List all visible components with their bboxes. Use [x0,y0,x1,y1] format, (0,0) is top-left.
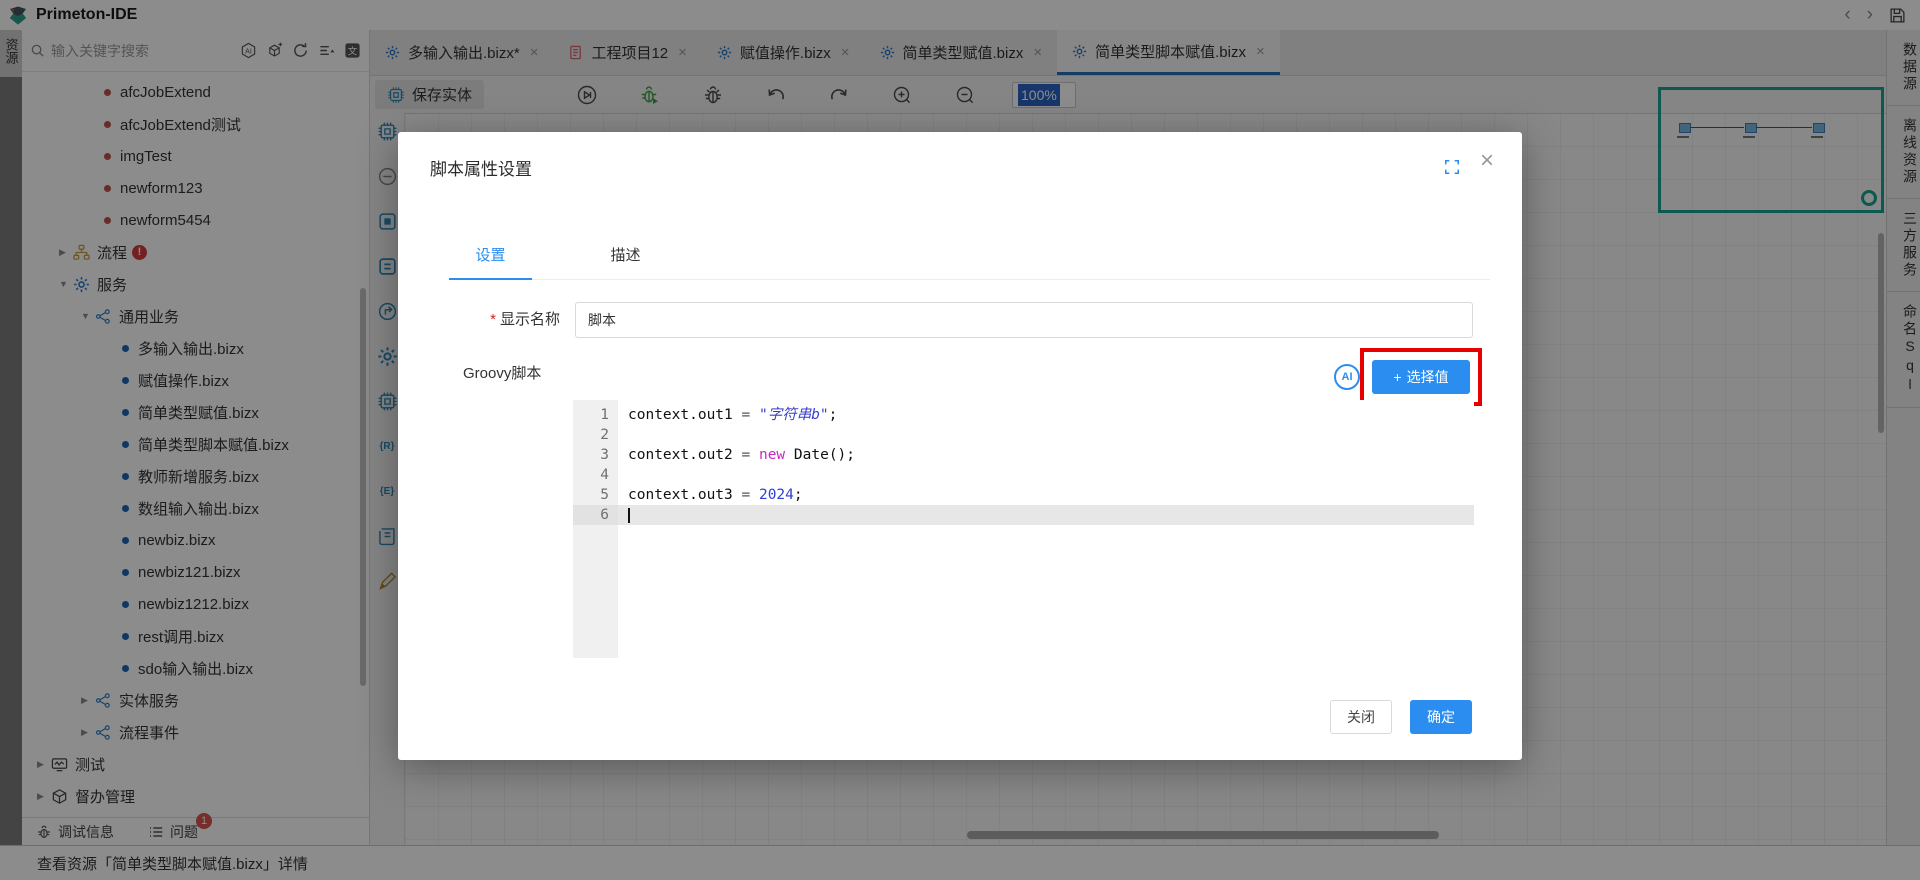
line-number: 6 [573,505,618,525]
code-line[interactable] [618,465,1474,485]
code-line[interactable]: context.out3 = 2024; [618,485,1474,505]
close-icon[interactable]: × [1480,149,1494,173]
plus-icon: + [1393,369,1402,385]
groovy-code-editor[interactable]: 123456 context.out1 = "字符串b"; context.out… [573,400,1474,658]
line-number: 1 [600,407,609,423]
line-number: 5 [600,487,609,503]
ai-assist-icon[interactable]: AI [1334,364,1360,390]
dialog-tab[interactable]: 描述 [584,244,667,279]
code-line[interactable]: context.out1 = "字符串b"; [618,405,1474,425]
line-number: 2 [600,427,609,443]
text-cursor [628,507,630,523]
dialog-footer: 关闭 确定 [1330,700,1472,734]
dialog-tab[interactable]: 设置 [449,244,532,280]
close-button[interactable]: 关闭 [1330,700,1392,734]
confirm-button[interactable]: 确定 [1410,700,1472,734]
display-name-label: * 显示名称 [490,311,560,328]
code-content[interactable]: context.out1 = "字符串b"; context.out2 = new… [618,400,1474,658]
script-properties-dialog: 脚本属性设置 × 设置 描述 *显示名称 Groovy脚本 AI + 选择值 1 2… [398,132,1522,760]
display-name-row: * 显示名称 [398,302,1522,338]
dialog-title: 脚本属性设置 [430,160,532,179]
groovy-script-label: Groovy脚本 [463,365,542,382]
line-number: 4 [600,467,609,483]
highlight-annotation: + 选择值 [1360,348,1482,406]
fullscreen-icon[interactable] [1444,159,1460,175]
code-line[interactable] [618,505,1474,525]
required-asterisk: * [490,311,496,328]
select-value-button[interactable]: + 选择值 [1372,360,1470,394]
code-line[interactable] [618,425,1474,445]
dialog-tabs: 设置 描述 [449,244,1490,280]
line-number-gutter: 1 2 3 4 5 6 [573,400,618,658]
line-number: 3 [600,447,609,463]
display-name-input[interactable] [575,302,1473,338]
code-line[interactable]: context.out2 = new Date(); [618,445,1474,465]
